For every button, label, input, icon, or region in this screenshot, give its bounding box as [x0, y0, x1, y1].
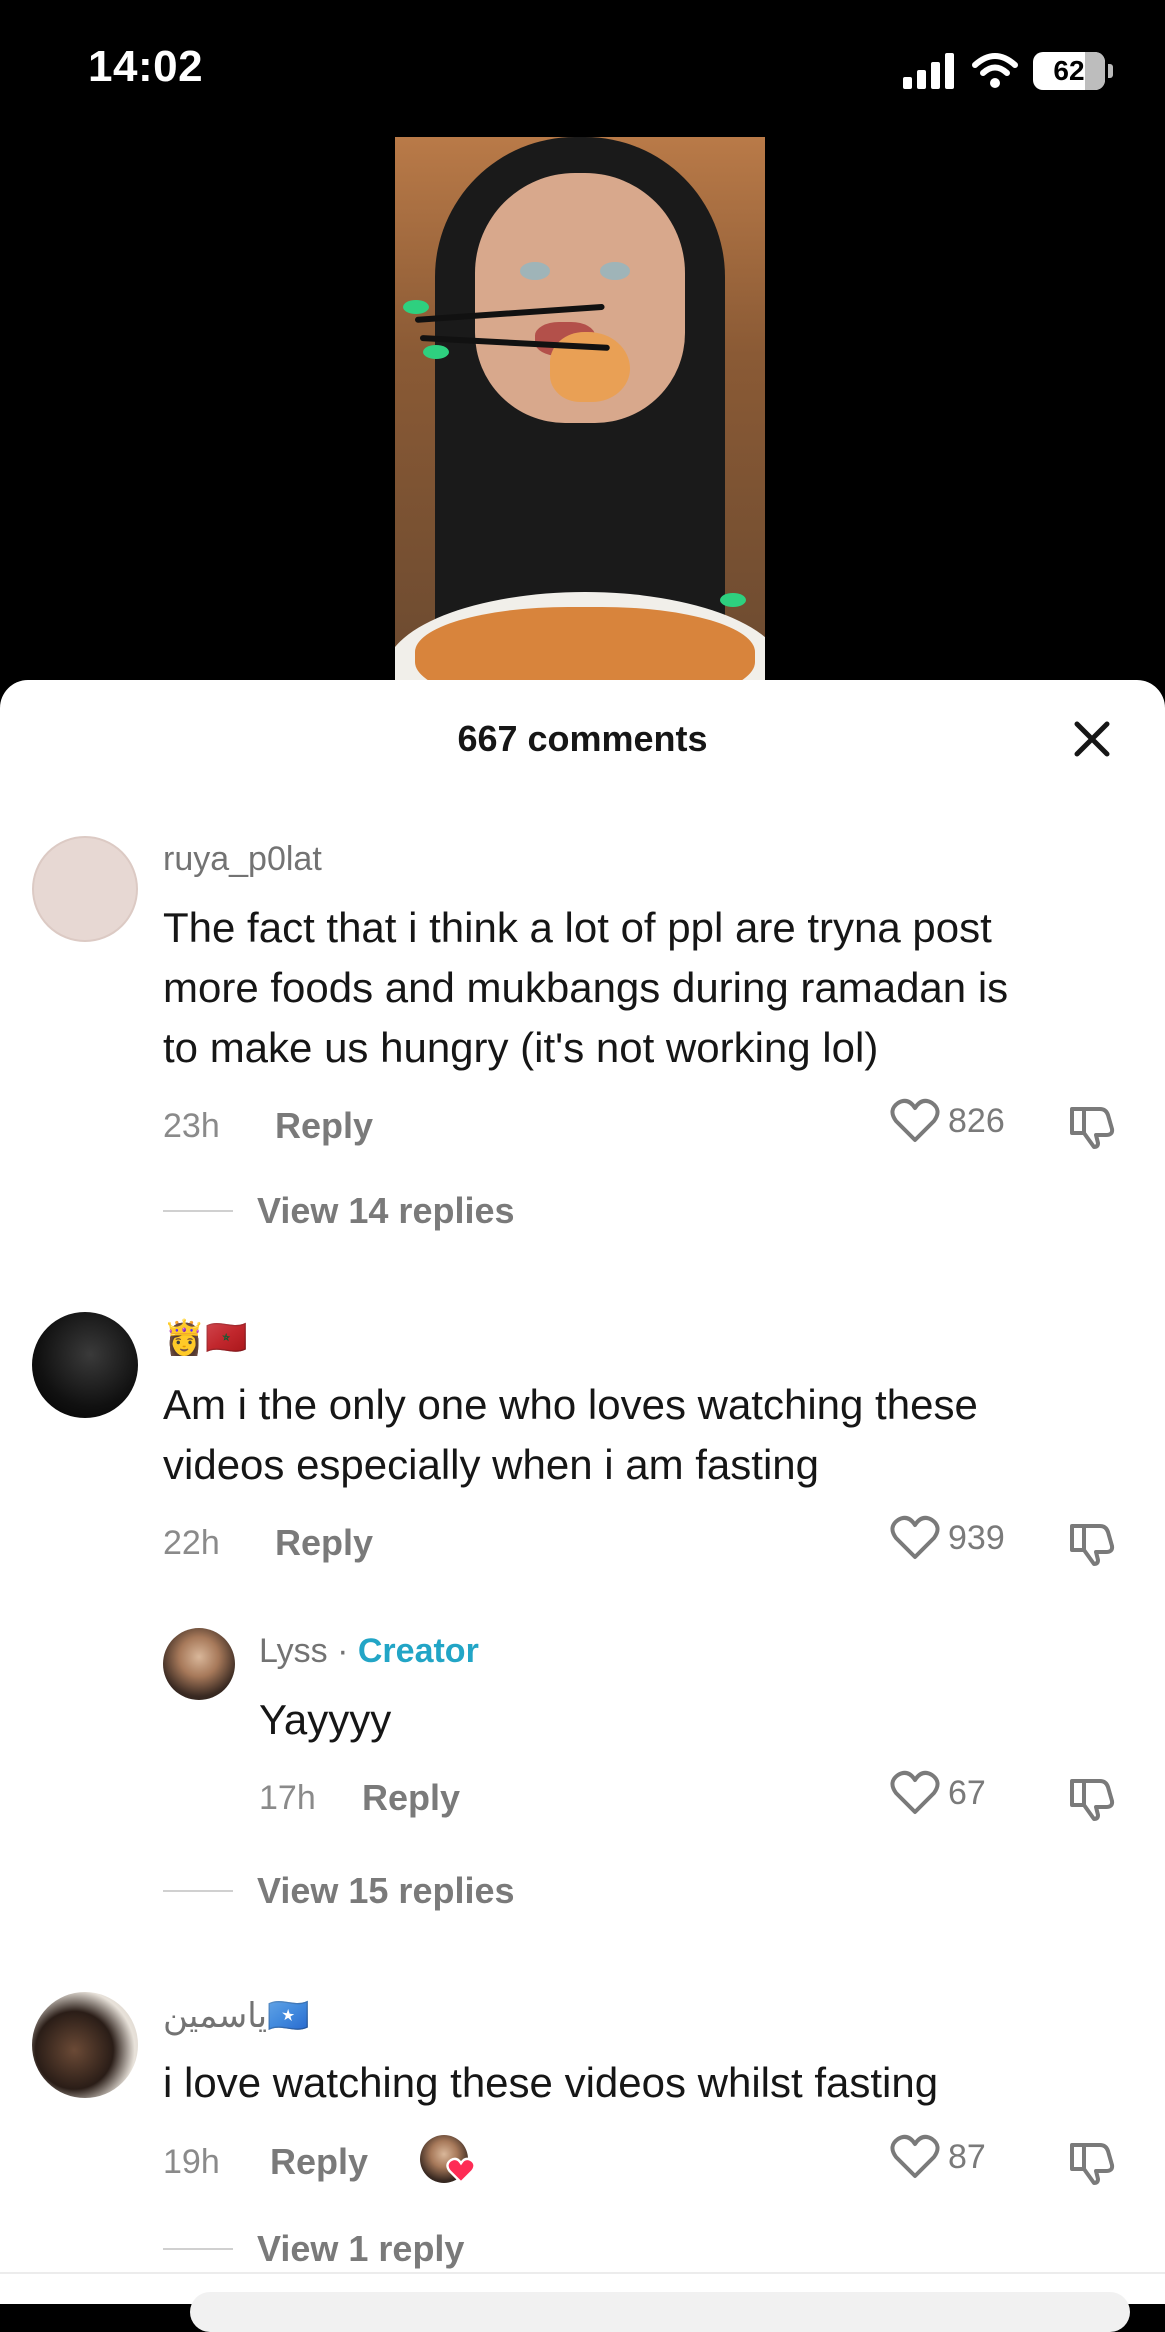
view-replies-button[interactable]: View 15 replies [163, 1870, 515, 1912]
battery-level: 62 [1053, 55, 1085, 86]
avatar[interactable] [32, 836, 138, 942]
video-eye-left [520, 262, 550, 280]
video-eye-right [600, 262, 630, 280]
comment-timestamp: 22h [163, 1524, 220, 1562]
thumbs-down-icon[interactable] [1068, 1775, 1116, 1821]
view-replies-label: View 15 replies [257, 1870, 515, 1911]
view-replies-button[interactable]: View 1 reply [163, 2228, 464, 2270]
creator-liked-indicator [420, 2135, 476, 2191]
comment-text-line: Am i the only one who loves watching the… [163, 1381, 978, 1428]
like-button[interactable]: 67 [890, 1770, 986, 1816]
video-nail [423, 345, 449, 359]
view-replies-label: View 14 replies [257, 1190, 515, 1231]
video-player[interactable] [395, 137, 765, 682]
comment-input[interactable] [190, 2292, 1130, 2332]
battery-indicator: 62 [1033, 52, 1113, 90]
wifi-icon [972, 53, 1018, 88]
comment-username[interactable]: ruya_p0lat [163, 840, 322, 879]
like-count: 87 [948, 2137, 986, 2176]
heart-icon [890, 1770, 940, 1814]
reply-button[interactable]: Reply [270, 2141, 368, 2183]
comment-username[interactable]: 👸🇲🇦 [163, 1318, 248, 1358]
comment-text-line: to make us hungry (it's not working lol) [163, 1024, 879, 1071]
reply-username[interactable]: Lyss [259, 1632, 328, 1670]
avatar[interactable] [32, 1992, 138, 2098]
reply-button[interactable]: Reply [275, 1522, 373, 1564]
like-count: 826 [948, 1101, 1005, 1140]
status-time: 14:02 [88, 42, 204, 91]
comments-count-title: 667 comments [457, 718, 708, 759]
reply-username-row: Lyss · Creator [259, 1632, 479, 1671]
comment-username[interactable]: ياسمين🇸🇴 [163, 1996, 309, 2036]
video-nail [403, 300, 429, 314]
creator-avatar[interactable] [163, 1628, 235, 1700]
cellular-signal-icon [903, 53, 954, 89]
thumbs-down-icon[interactable] [1068, 2139, 1116, 2185]
close-button[interactable] [1068, 715, 1116, 763]
comment-text-line: i love watching these videos whilst fast… [163, 2059, 939, 2106]
comment-timestamp: 19h [163, 2143, 220, 2181]
heart-icon [890, 1098, 940, 1142]
video-nail [720, 593, 746, 607]
comment-text-line: videos especially when i am fasting [163, 1441, 820, 1488]
like-button[interactable]: 826 [890, 1098, 1005, 1144]
close-icon [1074, 721, 1110, 757]
reply-timestamp: 17h [259, 1779, 316, 1817]
reply-text: Yayyyy [259, 1696, 392, 1743]
view-replies-label: View 1 reply [257, 2228, 465, 2269]
heart-icon [890, 2134, 940, 2178]
view-replies-button[interactable]: View 14 replies [163, 1190, 515, 1232]
like-button[interactable]: 87 [890, 2134, 986, 2180]
creator-liked-heart-icon [446, 2157, 476, 2185]
reply-button[interactable]: Reply [275, 1105, 373, 1147]
username-separator: · [327, 1632, 358, 1670]
comment-text: i love watching these videos whilst fast… [163, 2053, 938, 2113]
thumbs-down-icon[interactable] [1068, 1520, 1116, 1566]
thumbs-down-icon[interactable] [1068, 1103, 1116, 1149]
avatar[interactable] [32, 1312, 138, 1418]
like-count: 67 [948, 1773, 986, 1812]
bottom-divider [0, 2272, 1165, 2274]
comment-text-line: more foods and mukbangs during ramadan i… [163, 964, 1009, 1011]
video-plate-food [415, 607, 755, 682]
reply-button[interactable]: Reply [362, 1777, 460, 1819]
comment-text: The fact that i think a lot of ppl are t… [163, 898, 1008, 1078]
heart-icon [890, 1515, 940, 1559]
status-icons: 62 [903, 48, 1113, 94]
like-button[interactable]: 939 [890, 1515, 1005, 1561]
creator-badge: Creator [357, 1632, 479, 1670]
comment-text-line: The fact that i think a lot of ppl are t… [163, 904, 992, 951]
like-count: 939 [948, 1518, 1005, 1557]
comment-timestamp: 23h [163, 1107, 220, 1145]
comment-text: Am i the only one who loves watching the… [163, 1375, 978, 1495]
